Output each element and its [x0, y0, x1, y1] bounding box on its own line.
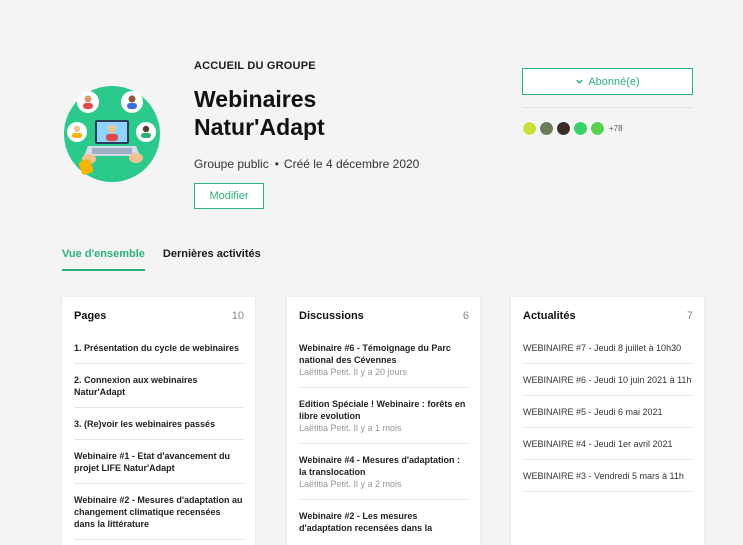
list-item[interactable]: 2. Connexion aux webinaires Natur'Adapt: [74, 364, 244, 408]
item-title[interactable]: WEBINAIRE #7 - Jeudi 8 juillet à 10h30: [523, 342, 693, 354]
item-title[interactable]: WEBINAIRE #3 - Vendredi 5 mars à 11h: [523, 470, 693, 482]
item-title[interactable]: Webinaire #4 - Mesures d'adaptation : la…: [299, 454, 469, 478]
card-count: 6: [462, 310, 469, 322]
edit-group-button[interactable]: Modifier: [194, 183, 264, 209]
member-avatar[interactable]: [556, 121, 571, 136]
meta-separator: •: [274, 157, 279, 171]
chevron-down-icon: [576, 79, 584, 84]
list-item[interactable]: WEBINAIRE #4 - Jeudi 1er avril 2021: [523, 428, 693, 460]
card-title[interactable]: Discussions: [299, 310, 364, 332]
member-avatar[interactable]: [590, 121, 605, 136]
card-count: 10: [231, 310, 244, 322]
discussions-card: Discussions 6 Webinaire #6 - Témoignage …: [287, 297, 480, 545]
item-title[interactable]: WEBINAIRE #5 - Jeudi 6 mai 2021: [523, 406, 693, 418]
item-title[interactable]: Webinaire #6 - Témoignage du Parc nation…: [299, 342, 469, 366]
list-item[interactable]: Webinaire #1 - Etat d'avancement du proj…: [74, 440, 244, 484]
item-title[interactable]: Webinaire #2 - Les mesures d'adaptation …: [299, 510, 469, 534]
tab-bar: Vue d'ensemble Dernières activités: [62, 248, 261, 271]
item-meta: Laëtitia Petit. Il y a 2 mois: [299, 479, 402, 489]
item-title[interactable]: 1. Présentation du cycle de webinaires: [74, 342, 244, 354]
item-title[interactable]: WEBINAIRE #6 - Jeudi 10 juin 2021 à 11h: [523, 374, 693, 386]
tab-latest-activity[interactable]: Dernières activités: [163, 248, 261, 271]
group-visibility: Groupe public: [194, 157, 269, 171]
page-eyebrow: ACCUEIL DU GROUPE: [194, 60, 316, 72]
list-item[interactable]: WEBINAIRE #5 - Jeudi 6 mai 2021: [523, 396, 693, 428]
list-item[interactable]: Webinaire #2 - Mesures d'adaptation au c…: [74, 484, 244, 540]
group-created-date: Créé le 4 décembre 2020: [283, 157, 420, 171]
list-item[interactable]: 3. (Re)voir les webinaires passés: [74, 408, 244, 440]
item-title[interactable]: Edition Spéciale ! Webinaire : forêts en…: [299, 398, 469, 422]
item-meta: Laëtitia Petit. Il y a 1 mois: [299, 423, 402, 433]
list-item[interactable]: WEBINAIRE #7 - Jeudi 8 juillet à 10h30: [523, 332, 693, 364]
tab-overview[interactable]: Vue d'ensemble: [62, 248, 145, 271]
list-item[interactable]: WEBINAIRE #3 - Vendredi 5 mars à 11h: [523, 460, 693, 492]
group-meta: Groupe public • Créé le 4 décembre 2020: [194, 157, 419, 171]
card-count: 7: [686, 310, 693, 322]
pages-card: Pages 10 1. Présentation du cycle de web…: [62, 297, 255, 545]
subscribe-label: Abonné(e): [588, 75, 640, 88]
list-item[interactable]: 1. Présentation du cycle de webinaires: [74, 332, 244, 364]
list-item[interactable]: WEBINAIRE #6 - Jeudi 10 juin 2021 à 11h: [523, 364, 693, 396]
card-title[interactable]: Actualités: [523, 310, 576, 332]
item-title[interactable]: 2. Connexion aux webinaires Natur'Adapt: [74, 374, 244, 398]
divider: [522, 107, 693, 108]
list-item[interactable]: Edition Spéciale ! Webinaire : forêts en…: [299, 388, 469, 444]
item-title[interactable]: Webinaire #1 - Etat d'avancement du proj…: [74, 450, 244, 474]
news-card: Actualités 7 WEBINAIRE #7 - Jeudi 8 juil…: [511, 297, 704, 545]
item-meta: Laëtitia Petit. Il y a 20 jours: [299, 367, 408, 377]
members-more-count[interactable]: +78: [609, 124, 623, 133]
list-item[interactable]: Webinaire #6 - Témoignage du Parc nation…: [299, 332, 469, 388]
list-item[interactable]: Webinaire #4 - Mesures d'adaptation : la…: [299, 444, 469, 500]
card-title[interactable]: Pages: [74, 310, 106, 332]
item-title[interactable]: 3. (Re)voir les webinaires passés: [74, 418, 244, 430]
item-title[interactable]: WEBINAIRE #4 - Jeudi 1er avril 2021: [523, 438, 693, 450]
item-title[interactable]: Webinaire #2 - Mesures d'adaptation au c…: [74, 494, 244, 530]
page-title: Webinaires Natur'Adapt: [194, 86, 325, 140]
list-item[interactable]: Webinaire #2 - Les mesures d'adaptation …: [299, 500, 469, 543]
group-illustration: [64, 86, 160, 182]
members-avatars[interactable]: +78: [522, 121, 623, 136]
subscribe-button[interactable]: Abonné(e): [522, 68, 693, 95]
member-avatar[interactable]: [573, 121, 588, 136]
member-avatar[interactable]: [539, 121, 554, 136]
member-avatar[interactable]: [522, 121, 537, 136]
